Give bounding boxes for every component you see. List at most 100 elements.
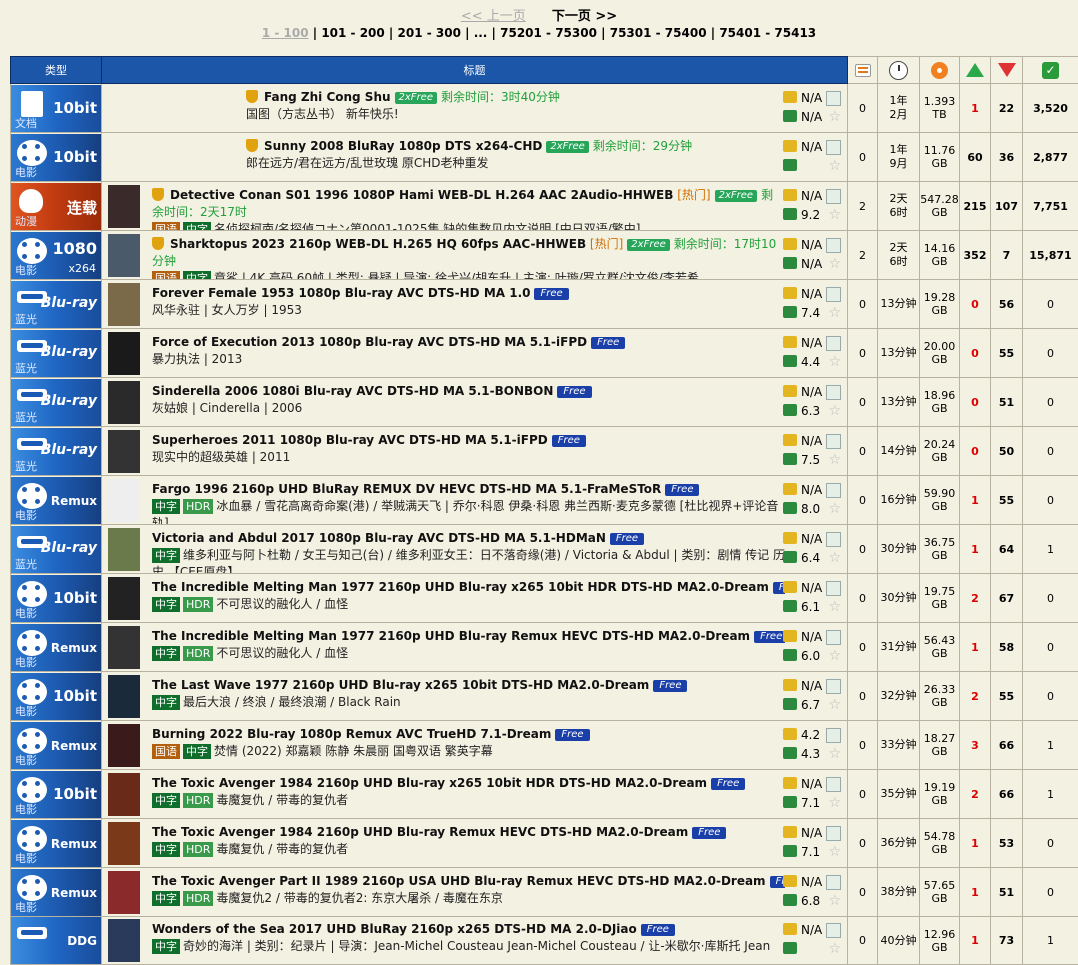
leechers-count[interactable]: 53 bbox=[991, 819, 1023, 868]
comments-count[interactable]: 0 bbox=[848, 427, 878, 476]
page-link[interactable]: ... bbox=[474, 26, 488, 40]
seeders-count[interactable]: 0 bbox=[960, 280, 991, 329]
comments-count[interactable]: 0 bbox=[848, 280, 878, 329]
seeders-count[interactable]: 0 bbox=[960, 378, 991, 427]
comments-count[interactable]: 0 bbox=[848, 525, 878, 574]
poster-thumbnail[interactable] bbox=[108, 724, 140, 767]
leechers-count[interactable]: 7 bbox=[991, 231, 1023, 280]
download-icon[interactable] bbox=[826, 238, 841, 253]
download-icon[interactable] bbox=[826, 826, 841, 841]
bookmark-star-icon[interactable]: ☆ bbox=[828, 502, 841, 517]
leechers-count[interactable]: 51 bbox=[991, 378, 1023, 427]
download-icon[interactable] bbox=[826, 728, 841, 743]
category-cell[interactable]: DDG bbox=[11, 917, 102, 965]
seeders-count[interactable]: 215 bbox=[960, 182, 991, 231]
next-page-link[interactable]: 下一页 >> bbox=[552, 9, 617, 24]
poster-thumbnail[interactable] bbox=[108, 234, 140, 277]
category-cell[interactable]: 蓝光Blu-ray bbox=[11, 280, 102, 329]
bookmark-star-icon[interactable]: ☆ bbox=[828, 894, 841, 909]
seeders-count[interactable]: 352 bbox=[960, 231, 991, 280]
download-icon[interactable] bbox=[826, 581, 841, 596]
category-badge[interactable]: 动漫连载 bbox=[11, 183, 101, 230]
download-icon[interactable] bbox=[826, 189, 841, 204]
bookmark-star-icon[interactable]: ☆ bbox=[828, 355, 841, 370]
comments-count[interactable]: 0 bbox=[848, 476, 878, 525]
completed-count[interactable]: 2,877 bbox=[1023, 133, 1078, 182]
col-comments-header[interactable] bbox=[848, 57, 878, 84]
torrent-name-link[interactable]: The Toxic Avenger 1984 2160p UHD Blu-ray… bbox=[152, 776, 707, 790]
torrent-name-link[interactable]: Burning 2022 Blu-ray 1080p Remux AVC Tru… bbox=[152, 727, 551, 741]
torrent-name-link[interactable]: Sunny 2008 BluRay 1080p DTS x264-CHD bbox=[264, 139, 542, 153]
bookmark-star-icon[interactable]: ☆ bbox=[828, 649, 841, 664]
category-badge[interactable]: 蓝光Blu-ray bbox=[11, 428, 101, 475]
category-cell[interactable]: 电影10bit bbox=[11, 574, 102, 623]
completed-count[interactable]: 0 bbox=[1023, 280, 1078, 329]
comments-count[interactable]: 0 bbox=[848, 623, 878, 672]
comments-count[interactable]: 2 bbox=[848, 231, 878, 280]
download-icon[interactable] bbox=[826, 385, 841, 400]
poster-thumbnail[interactable] bbox=[108, 332, 140, 375]
category-cell[interactable]: 电影10bit bbox=[11, 133, 102, 182]
completed-count[interactable]: 15,871 bbox=[1023, 231, 1078, 280]
leechers-count[interactable]: 67 bbox=[991, 574, 1023, 623]
download-icon[interactable] bbox=[826, 532, 841, 547]
page-link[interactable]: 1 - 100 bbox=[262, 26, 309, 40]
category-badge[interactable]: 蓝光Blu-ray bbox=[11, 330, 101, 377]
download-icon[interactable] bbox=[826, 923, 841, 938]
category-cell[interactable]: 蓝光Blu-ray bbox=[11, 329, 102, 378]
seeders-count[interactable]: 2 bbox=[960, 574, 991, 623]
poster-thumbnail[interactable] bbox=[108, 675, 140, 718]
category-cell[interactable]: 电影Remux bbox=[11, 868, 102, 917]
completed-count[interactable]: 0 bbox=[1023, 574, 1078, 623]
completed-count[interactable]: 1 bbox=[1023, 525, 1078, 574]
completed-count[interactable]: 3,520 bbox=[1023, 84, 1078, 133]
bookmark-star-icon[interactable]: ☆ bbox=[828, 796, 841, 811]
completed-count[interactable]: 1 bbox=[1023, 770, 1078, 819]
category-badge[interactable]: DDG bbox=[11, 917, 101, 964]
completed-count[interactable]: 1 bbox=[1023, 917, 1078, 965]
bookmark-star-icon[interactable]: ☆ bbox=[828, 698, 841, 713]
torrent-name-link[interactable]: The Toxic Avenger 1984 2160p UHD Blu-ray… bbox=[152, 825, 688, 839]
category-badge[interactable]: 电影10bit bbox=[11, 771, 101, 818]
torrent-name-link[interactable]: The Last Wave 1977 2160p UHD Blu-ray x26… bbox=[152, 678, 649, 692]
category-cell[interactable]: 文档10bit bbox=[11, 84, 102, 133]
leechers-count[interactable]: 50 bbox=[991, 427, 1023, 476]
completed-count[interactable]: 0 bbox=[1023, 476, 1078, 525]
torrent-name-link[interactable]: Detective Conan S01 1996 1080P Hami WEB-… bbox=[170, 188, 673, 202]
poster-thumbnail[interactable] bbox=[108, 919, 140, 962]
seeders-count[interactable]: 1 bbox=[960, 917, 991, 965]
prev-page-link[interactable]: << 上一页 bbox=[461, 9, 526, 24]
leechers-count[interactable]: 51 bbox=[991, 868, 1023, 917]
seeders-count[interactable]: 0 bbox=[960, 427, 991, 476]
completed-count[interactable]: 0 bbox=[1023, 378, 1078, 427]
page-link[interactable]: 75301 - 75400 bbox=[610, 26, 707, 40]
seeders-count[interactable]: 1 bbox=[960, 623, 991, 672]
torrent-name-link[interactable]: The Incredible Melting Man 1977 2160p UH… bbox=[152, 580, 769, 594]
seeders-count[interactable]: 1 bbox=[960, 476, 991, 525]
comments-count[interactable]: 0 bbox=[848, 770, 878, 819]
category-badge[interactable]: 电影Remux bbox=[11, 820, 101, 867]
poster-thumbnail[interactable] bbox=[108, 479, 140, 522]
completed-count[interactable]: 0 bbox=[1023, 329, 1078, 378]
leechers-count[interactable]: 58 bbox=[991, 623, 1023, 672]
torrent-name-link[interactable]: Sharktopus 2023 2160p WEB-DL H.265 HQ 60… bbox=[170, 237, 586, 251]
poster-thumbnail[interactable] bbox=[108, 185, 140, 228]
completed-count[interactable]: 0 bbox=[1023, 672, 1078, 721]
download-icon[interactable] bbox=[826, 483, 841, 498]
page-link[interactable]: 101 - 200 bbox=[321, 26, 384, 40]
leechers-count[interactable]: 55 bbox=[991, 329, 1023, 378]
bookmark-star-icon[interactable]: ☆ bbox=[828, 404, 841, 419]
bookmark-star-icon[interactable]: ☆ bbox=[828, 747, 841, 762]
leechers-count[interactable]: 73 bbox=[991, 917, 1023, 965]
category-badge[interactable]: 电影10bit bbox=[11, 134, 101, 181]
torrent-name-link[interactable]: The Toxic Avenger Part II 1989 2160p USA… bbox=[152, 874, 766, 888]
category-cell[interactable]: 电影1080x264 bbox=[11, 231, 102, 280]
seeders-count[interactable]: 3 bbox=[960, 721, 991, 770]
completed-count[interactable]: 0 bbox=[1023, 623, 1078, 672]
torrent-name-link[interactable]: Fargo 1996 2160p UHD BluRay REMUX DV HEV… bbox=[152, 482, 661, 496]
leechers-count[interactable]: 55 bbox=[991, 672, 1023, 721]
comments-count[interactable]: 0 bbox=[848, 868, 878, 917]
category-badge[interactable]: 电影Remux bbox=[11, 477, 101, 524]
download-icon[interactable] bbox=[826, 777, 841, 792]
category-cell[interactable]: 蓝光Blu-ray bbox=[11, 427, 102, 476]
